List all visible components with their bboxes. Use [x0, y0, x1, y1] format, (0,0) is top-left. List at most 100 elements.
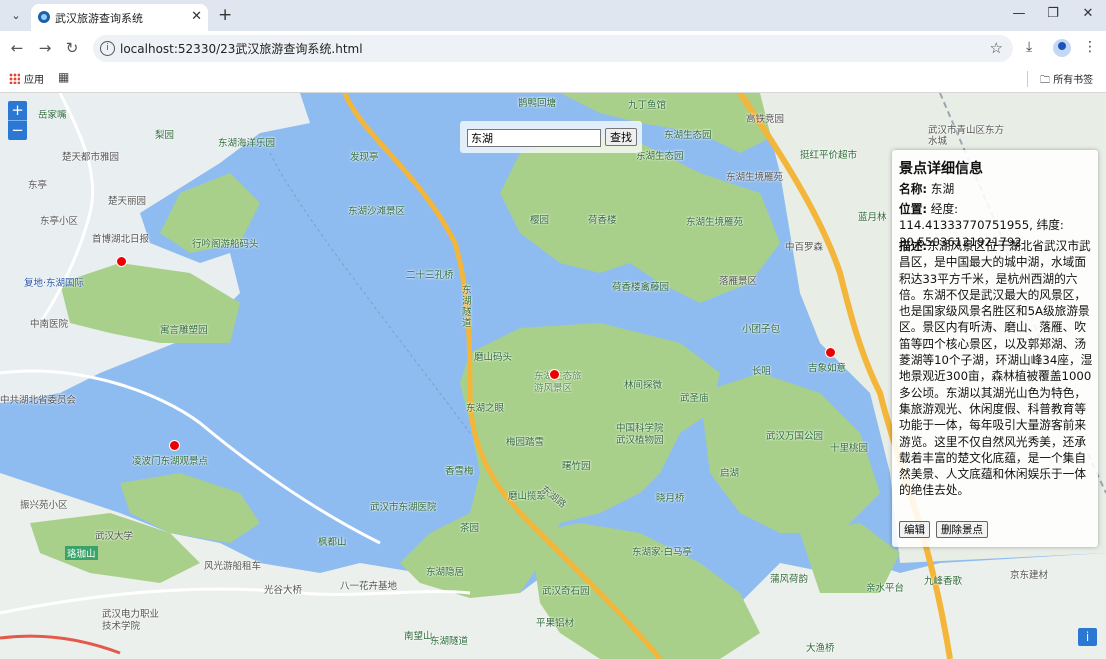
map-label[interactable]: 平果铝材	[536, 615, 574, 629]
map-label[interactable]: 东亭小区	[40, 213, 78, 227]
map-label[interactable]: 中百罗森	[785, 239, 823, 253]
map-label[interactable]: 武汉电力职业技术学院	[102, 609, 162, 633]
map-label[interactable]: 林间探微	[624, 377, 662, 391]
map-label[interactable]: 樱园	[530, 212, 549, 226]
zoom-out-button[interactable]: −	[8, 121, 27, 140]
map-label[interactable]: 发现亭	[350, 149, 379, 163]
map-label[interactable]: 枫都山	[318, 534, 347, 548]
active-tab[interactable]: 武汉旅游查询系统 ✕	[31, 4, 208, 31]
map-label[interactable]: 东湖沙滩景区	[348, 203, 405, 217]
map-label[interactable]: 梅园踏雪	[506, 434, 544, 448]
map-label[interactable]: 寓言雕塑园	[160, 322, 208, 336]
apps-bookmark[interactable]: 应用	[9, 71, 44, 86]
map-label[interactable]: 十里桃园	[830, 440, 868, 454]
map-label[interactable]: 挺红平价超市	[800, 147, 857, 161]
map-label[interactable]: 京东建材	[1010, 567, 1048, 581]
more-menu-icon[interactable]: ⋮	[1083, 39, 1097, 55]
map-label[interactable]: 东湖生态园	[664, 127, 712, 141]
edit-button[interactable]: 编辑	[899, 521, 930, 538]
map-label[interactable]: 光谷大桥	[264, 582, 302, 596]
new-tab-icon[interactable]: +	[218, 5, 232, 25]
map-label[interactable]: 中共湖北省委员会	[0, 392, 76, 406]
profile-avatar[interactable]	[1053, 39, 1071, 57]
map-label[interactable]: 东湖生态园	[636, 148, 684, 162]
map-label[interactable]: 落雁景区	[719, 273, 757, 287]
delete-spot-button[interactable]: 删除景点	[936, 521, 988, 538]
map-label[interactable]: 中南医院	[30, 316, 68, 330]
spot-marker[interactable]	[169, 440, 180, 451]
map-label[interactable]: 岳家嘴	[38, 107, 67, 121]
map-label[interactable]: 大渔桥	[806, 640, 835, 654]
map-label[interactable]: 东湖生境雁苑	[686, 214, 743, 228]
tab-groups-icon[interactable]: ▦	[58, 70, 69, 84]
map-label[interactable]: 武圣庙	[680, 390, 709, 404]
address-bar[interactable]: i localhost:52330/23武汉旅游查询系统.html ☆	[93, 35, 1013, 62]
map-label[interactable]: 小团子包	[742, 321, 780, 335]
map-label[interactable]: 武汉大学	[95, 528, 133, 542]
tab-close-icon[interactable]: ✕	[191, 9, 202, 24]
map-label[interactable]: 东湖家·白马亭	[632, 544, 692, 558]
map-label[interactable]: 风光游船租车	[204, 558, 261, 572]
map-view[interactable]: 岳家嘴 梨园 东湖海洋乐园 楚天都市雅园 东亭 楚天丽园 东亭小区 首博湖北日报…	[0, 93, 1106, 659]
url-text[interactable]: localhost:52330/23武汉旅游查询系统.html	[120, 40, 363, 57]
map-label[interactable]: 行吟阁游船码头	[192, 236, 259, 250]
map-label[interactable]: 武汉市东湖医院	[370, 499, 437, 513]
map-label[interactable]: 启湖	[720, 465, 739, 479]
tab-search-icon[interactable]: ⌄	[6, 6, 26, 26]
map-label[interactable]: 二十三孔桥	[406, 267, 454, 281]
map-label[interactable]: 吉象如意	[808, 360, 846, 374]
spot-marker[interactable]	[825, 347, 836, 358]
minimize-icon[interactable]: —	[1009, 6, 1029, 21]
map-label[interactable]: 长咀	[752, 363, 771, 377]
map-label[interactable]: 磨山码头	[474, 349, 512, 363]
map-label[interactable]: 蓝月林	[858, 209, 887, 223]
spot-marker[interactable]	[549, 369, 560, 380]
search-input[interactable]	[467, 129, 601, 147]
map-label[interactable]: 楚天都市雅园	[62, 149, 119, 163]
map-label[interactable]: 东湖生境雁苑	[726, 169, 783, 183]
map-info-button[interactable]: i	[1078, 628, 1097, 646]
reload-icon[interactable]: ↻	[63, 39, 81, 57]
map-label[interactable]: 东湖海洋乐园	[218, 135, 275, 149]
map-label[interactable]: 东湖之眼	[466, 400, 504, 414]
map-label[interactable]: 荷香楼禽藤园	[612, 279, 669, 293]
map-label[interactable]: 东湖隐居	[426, 564, 464, 578]
map-label[interactable]: 亲水平台	[866, 580, 904, 594]
map-label[interactable]: 蒲风荷韵	[770, 571, 808, 585]
bookmark-star-icon[interactable]: ☆	[990, 39, 1003, 57]
map-label[interactable]: 荷香楼	[588, 212, 617, 226]
forward-icon[interactable]: →	[36, 39, 54, 57]
zoom-in-button[interactable]: +	[8, 101, 27, 121]
map-label[interactable]: 振兴苑小区	[20, 497, 68, 511]
restore-icon[interactable]: ❐	[1043, 6, 1063, 21]
map-label[interactable]: 首博湖北日报	[92, 231, 149, 245]
map-label[interactable]: 九峰香歌	[924, 573, 962, 587]
map-label[interactable]: 珞珈山	[65, 546, 98, 560]
map-label[interactable]: 九丁鱼馆	[628, 97, 666, 111]
map-label[interactable]: 鹊鸭回塘	[518, 95, 556, 109]
map-label[interactable]: 武汉市青山区东方水城	[928, 125, 1008, 147]
map-label[interactable]: 东湖隧道	[430, 633, 468, 647]
map-label[interactable]: 东湖生态旅游风景区	[534, 371, 586, 395]
map-label[interactable]: 八一花卉基地	[340, 578, 397, 592]
back-icon[interactable]: ←	[8, 39, 26, 57]
map-label[interactable]: 南望山	[404, 628, 433, 642]
search-button[interactable]: 查找	[605, 128, 637, 146]
map-label[interactable]: 武汉奇石园	[542, 583, 590, 597]
map-label[interactable]: 茶园	[460, 520, 479, 534]
all-bookmarks[interactable]: 🗀 所有书签	[1040, 71, 1093, 90]
map-label[interactable]: 东湖隧道	[462, 285, 474, 329]
download-icon[interactable]: ⤓	[1026, 39, 1032, 55]
map-label[interactable]: 晓月桥	[656, 490, 685, 504]
map-label[interactable]: 凌波门东湖观景点	[132, 453, 208, 467]
spot-marker[interactable]	[116, 256, 127, 267]
map-label[interactable]: 武汉万国公园	[766, 428, 823, 442]
map-label[interactable]: 东亭	[28, 177, 47, 191]
map-label[interactable]: 高铁竞园	[746, 111, 784, 125]
site-info-icon[interactable]: i	[100, 41, 115, 56]
map-label[interactable]: 楚天丽园	[108, 193, 146, 207]
map-label[interactable]: 香雪梅	[445, 463, 474, 477]
map-label[interactable]: 梨园	[155, 127, 174, 141]
window-close-icon[interactable]: ✕	[1078, 6, 1098, 21]
map-label[interactable]: 复地·东湖国际	[24, 275, 84, 289]
